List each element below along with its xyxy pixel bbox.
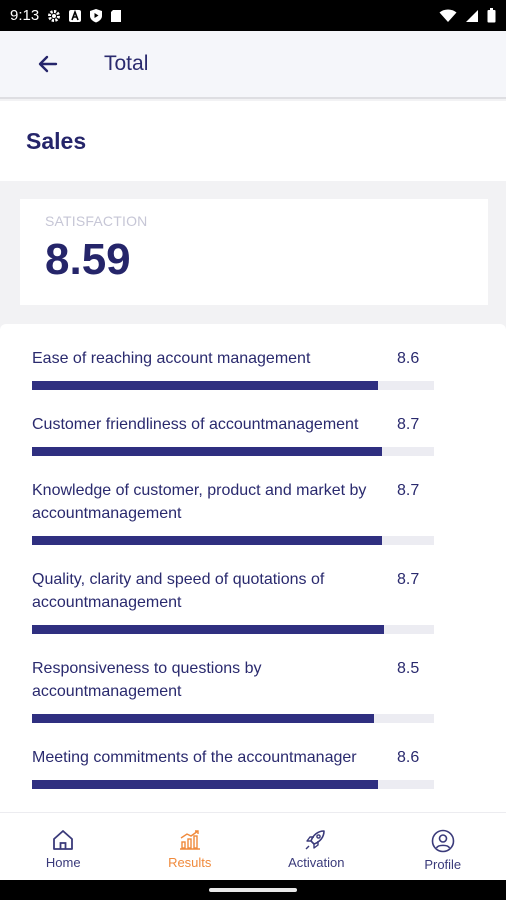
metric-label: Quality, clarity and speed of quotations… xyxy=(32,571,325,611)
page-title: Total xyxy=(104,52,149,75)
settings-gear-icon xyxy=(48,9,61,22)
wifi-icon xyxy=(439,9,457,22)
metric-label: Responsiveness to questions by accountma… xyxy=(32,660,262,700)
metric-bar-fill xyxy=(32,447,382,456)
metric-label: Ease of reaching account management xyxy=(32,350,311,367)
signal-icon xyxy=(466,9,478,22)
metrics-list: Ease of reaching account management 8.6 … xyxy=(0,324,506,812)
satisfaction-score: 8.59 xyxy=(45,235,131,284)
profile-icon xyxy=(431,829,455,853)
metric-score: 8.7 xyxy=(397,416,420,433)
arrow-left-icon xyxy=(38,55,58,73)
home-gesture-handle[interactable] xyxy=(209,888,297,892)
results-chart-icon xyxy=(179,830,200,850)
sd-card-icon xyxy=(111,9,122,22)
shield-play-icon xyxy=(90,9,103,23)
metric-bar-track xyxy=(32,625,434,634)
nav-item-home[interactable]: Home xyxy=(0,813,127,880)
nav-label: Results xyxy=(168,855,212,870)
satisfaction-card: SATISFACTION 8.59 xyxy=(20,199,488,305)
metric-score: 8.5 xyxy=(397,660,420,677)
metric-bar-fill xyxy=(32,625,384,634)
status-notification-icons xyxy=(47,8,122,23)
metric-label: Knowledge of customer, product and marke… xyxy=(32,482,367,522)
nav-item-profile[interactable]: Profile xyxy=(380,813,506,880)
metric-score: 8.6 xyxy=(397,749,420,766)
metric-score: 8.7 xyxy=(397,571,420,588)
status-bar: 9:13 xyxy=(0,0,506,31)
metric-bar-track xyxy=(32,714,434,723)
metric-item: Knowledge of customer, product and marke… xyxy=(32,479,434,568)
metric-label: Customer friendliness of accountmanageme… xyxy=(32,416,359,433)
nav-item-results[interactable]: Results xyxy=(127,813,254,880)
metric-item: Meeting commitments of the accountmanage… xyxy=(32,746,434,812)
satisfaction-label: SATISFACTION xyxy=(45,213,148,229)
metric-bar-track xyxy=(32,381,434,390)
metric-item: Customer friendliness of accountmanageme… xyxy=(32,413,434,479)
back-button[interactable] xyxy=(26,42,70,86)
metric-item: Quality, clarity and speed of quotations… xyxy=(32,568,434,657)
app-a-icon xyxy=(69,9,82,22)
metric-label: Meeting commitments of the accountmanage… xyxy=(32,749,357,766)
section-title: Sales xyxy=(26,127,87,154)
metric-bar-fill xyxy=(32,536,382,545)
metric-item: Ease of reaching account management 8.6 xyxy=(32,347,434,413)
nav-label: Home xyxy=(45,855,81,870)
bottom-navigation: Home Results Activation Profile xyxy=(0,812,506,880)
metric-score: 8.7 xyxy=(397,482,420,499)
battery-icon xyxy=(487,8,496,23)
metric-bar-fill xyxy=(32,714,374,723)
app-bar: Total xyxy=(0,31,506,99)
section-header: Sales xyxy=(0,101,506,181)
status-time: 9:13 xyxy=(10,7,40,24)
nav-label: Profile xyxy=(424,857,462,872)
system-gesture-bar xyxy=(0,880,506,900)
metric-bar-fill xyxy=(32,780,378,789)
metric-score: 8.6 xyxy=(397,350,420,367)
home-icon xyxy=(53,830,74,850)
metric-item: Responsiveness to questions by accountma… xyxy=(32,657,434,746)
nav-item-activation[interactable]: Activation xyxy=(253,813,380,880)
metric-bar-track xyxy=(32,780,434,789)
metric-bar-track xyxy=(32,447,434,456)
status-system-icons xyxy=(439,8,496,23)
nav-label: Activation xyxy=(288,855,345,870)
rocket-icon xyxy=(305,830,326,850)
metric-bar-fill xyxy=(32,381,378,390)
metric-bar-track xyxy=(32,536,434,545)
